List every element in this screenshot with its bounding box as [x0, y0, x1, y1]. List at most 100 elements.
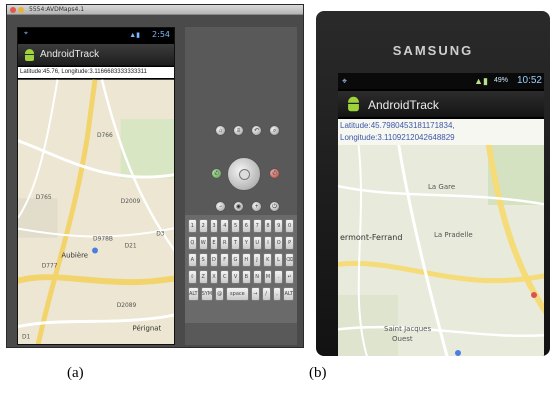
keyboard-key[interactable]: I — [263, 236, 273, 250]
emulator-window-title: 5554:AVDMaps4.1 — [29, 6, 85, 13]
keyboard-key[interactable]: 0 — [285, 219, 294, 233]
current-location-marker[interactable] — [92, 247, 98, 254]
map-label: D1 — [22, 334, 31, 340]
keyboard-row: QWERTYUIOP — [188, 236, 294, 250]
keyboard-key[interactable]: Q — [188, 236, 197, 250]
keyboard-key[interactable]: E — [209, 236, 219, 250]
dpad-control[interactable] — [227, 157, 261, 191]
keyboard-key[interactable]: H — [241, 253, 251, 267]
keyboard-key[interactable]: Y — [241, 236, 251, 250]
map-label: D766 — [97, 133, 113, 139]
map-label: Saint Jacques — [384, 325, 431, 333]
map-view[interactable]: D766 D2009 D765 D21 D978B Aubière D777 D… — [18, 78, 174, 345]
current-location-marker[interactable] — [455, 350, 461, 356]
map-park-area — [120, 119, 174, 179]
keyboard-key[interactable]: space — [226, 287, 249, 301]
keyboard-key[interactable]: 9 — [274, 219, 284, 233]
keyboard-key[interactable]: V — [231, 270, 240, 284]
keyboard-key[interactable]: M — [263, 270, 273, 284]
map-poi-marker[interactable] — [531, 292, 537, 298]
keyboard-key[interactable]: 7 — [252, 219, 262, 233]
map-view[interactable]: La Gare ermont-Ferrand La Pradelle Saint… — [338, 145, 544, 356]
keyboard-row: ALT SYM @ space → /, ALT — [188, 287, 295, 301]
gps-icon: ⌖ — [24, 30, 28, 37]
keyboard-key[interactable]: ⌫ — [284, 253, 294, 267]
keyboard-key[interactable]: ⇧ — [188, 270, 197, 284]
home-button[interactable]: ⌂ — [215, 125, 226, 136]
keyboard-key[interactable]: U — [252, 236, 262, 250]
keyboard-key[interactable]: C — [220, 270, 230, 284]
longitude-text: Longitude:3.1109212042648829 — [340, 133, 455, 142]
phone-photo: SAMSUNG ⌖ ▲▮ 49% 10:52 AndroidTrack Lati… — [316, 11, 550, 356]
status-bar: ⌖ ▲▮ 2:54 — [18, 28, 174, 42]
keyboard-key[interactable]: → — [250, 287, 260, 301]
keyboard-key[interactable]: 3 — [209, 219, 219, 233]
power-button[interactable]: ⏻ — [269, 201, 280, 212]
map-label: ermont-Ferrand — [340, 233, 402, 242]
volume-down-button[interactable]: − — [215, 201, 226, 212]
keyboard-key[interactable]: L — [274, 253, 283, 267]
map-label: D777 — [42, 263, 58, 269]
dpad-center-button[interactable] — [239, 169, 250, 180]
keyboard-key[interactable]: SYM — [200, 287, 214, 301]
battery-level: 49% — [493, 77, 508, 84]
keyboard-key[interactable]: J — [252, 253, 262, 267]
map-label: Ouest — [392, 335, 413, 343]
keyboard-key[interactable]: K — [263, 253, 273, 267]
call-button[interactable]: ✆ — [211, 168, 222, 179]
keyboard-key[interactable]: P — [285, 236, 294, 250]
search-button[interactable]: ⌕ — [269, 125, 280, 136]
keyboard-key[interactable]: O — [274, 236, 284, 250]
latitude-text: Latitude:45.7980453181171834, — [340, 121, 455, 130]
keyboard-key[interactable]: @ — [215, 287, 225, 301]
keyboard-key[interactable]: W — [198, 236, 208, 250]
keyboard-key[interactable]: ↵ — [285, 270, 294, 284]
keyboard-key[interactable]: G — [231, 253, 240, 267]
android-app-icon — [347, 96, 360, 112]
camera-button[interactable]: ◉ — [233, 201, 244, 212]
keyboard-key[interactable]: X — [209, 270, 219, 284]
gps-icon: ⌖ — [342, 76, 348, 86]
keyboard-key[interactable]: S — [198, 253, 208, 267]
keyboard-key[interactable]: 4 — [220, 219, 230, 233]
keyboard-key[interactable]: ALT — [283, 287, 295, 301]
app-title-bar: AndroidTrack — [18, 44, 174, 66]
minimize-window-button[interactable] — [18, 7, 24, 13]
map-label: La Gare — [428, 183, 455, 191]
keyboard-key[interactable]: T — [231, 236, 240, 250]
keyboard-key[interactable]: 1 — [188, 219, 197, 233]
keyboard-key[interactable]: F — [220, 253, 230, 267]
keyboard-key[interactable]: A — [188, 253, 197, 267]
keyboard-key[interactable]: R — [220, 236, 230, 250]
keyboard-row: ⇧ Z X C V B N M. ↵ — [188, 270, 294, 284]
keyboard-key[interactable]: D — [209, 253, 219, 267]
keyboard-key[interactable]: . — [274, 270, 284, 284]
map-label: La Pradelle — [434, 231, 473, 239]
map-label: Aubière — [61, 251, 88, 259]
keyboard-key[interactable]: ALT — [188, 287, 199, 301]
status-clock: 10:52 — [516, 75, 542, 86]
map-label: D21 — [125, 244, 137, 250]
keyboard-key[interactable]: N — [252, 270, 262, 284]
keyboard-key[interactable]: 2 — [198, 219, 208, 233]
keyboard-key[interactable]: 5 — [231, 219, 240, 233]
menu-button[interactable]: ≡ — [233, 125, 244, 136]
keyboard-key[interactable]: 8 — [263, 219, 273, 233]
volume-up-button[interactable]: + — [251, 201, 262, 212]
back-button[interactable]: ↶ — [251, 125, 262, 136]
caption-a: (a) — [67, 365, 84, 381]
keyboard-key[interactable]: / — [261, 287, 271, 301]
android-app-icon — [24, 49, 35, 61]
keyboard-key[interactable]: , — [272, 287, 282, 301]
keyboard-key[interactable]: B — [241, 270, 251, 284]
map-label: D2089 — [117, 303, 137, 309]
emulator-controls: ⌂ ≡ ↶ ⌕ ✆ ✆ − ◉ + ⏻ 1234567890 QWERTYUIOP… — [185, 27, 297, 345]
end-call-button[interactable]: ✆ — [269, 168, 280, 179]
keyboard-key[interactable]: 6 — [241, 219, 251, 233]
keyboard-key[interactable]: Z — [198, 270, 208, 284]
map-label: D978B — [93, 237, 113, 243]
status-clock: 2:54 — [152, 30, 170, 39]
keyboard-row: A S D F G H J K L ⌫ — [188, 253, 294, 267]
close-window-button[interactable] — [10, 7, 16, 13]
app-title: AndroidTrack — [40, 49, 100, 60]
